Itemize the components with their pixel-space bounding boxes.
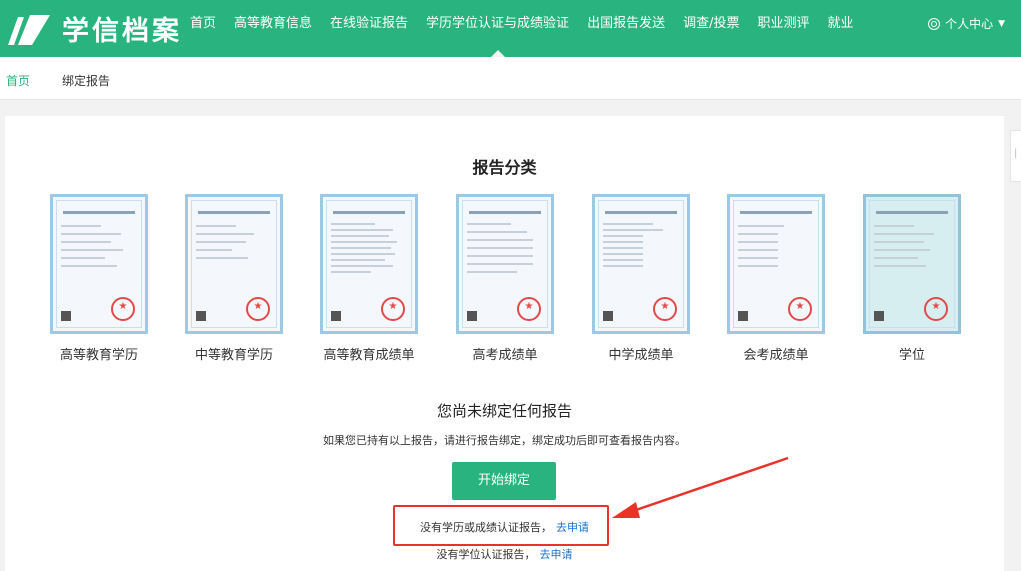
category-label-gaokao-transcript[interactable]: 高考成绩单: [440, 344, 570, 363]
nav-online-verify[interactable]: 在线验证报告: [330, 0, 408, 57]
certificate-icon[interactable]: [592, 194, 690, 334]
main-nav: 首页 高等教育信息 在线验证报告 学历学位认证与成绩验证 出国报告发送 调查/投…: [190, 0, 872, 58]
caret-down-icon: ▼: [998, 19, 1005, 29]
logo-mark-icon: [8, 14, 50, 45]
empty-state-description: 如果您已持有以上报告，请进行报告绑定，绑定成功后即可查看报告内容。: [323, 434, 686, 447]
certificate-icon[interactable]: [863, 194, 961, 334]
nav-higher-education[interactable]: 高等教育信息: [234, 0, 312, 57]
apply-education-text: 没有学历或成绩认证报告，: [420, 521, 552, 534]
nav-employment[interactable]: 就业: [827, 0, 853, 57]
apply-degree-text: 没有学位认证报告，: [436, 548, 536, 561]
start-bind-button[interactable]: 开始绑定: [452, 462, 556, 500]
category-label-degree[interactable]: 学位: [847, 344, 977, 363]
category-label-highschool-transcript[interactable]: 中学成绩单: [576, 344, 706, 363]
apply-education-link[interactable]: 去申请: [556, 521, 589, 534]
user-icon: [928, 18, 941, 30]
nav-survey[interactable]: 调查/投票: [683, 0, 739, 57]
user-center-label: 个人中心: [945, 17, 994, 31]
certificate-icon[interactable]: [320, 194, 418, 334]
empty-state-title: 您尚未绑定任何报告: [436, 402, 572, 420]
certificate-icon[interactable]: [727, 194, 825, 334]
category-label-secondary-education[interactable]: 中等教育学历: [169, 344, 299, 363]
brand-logo[interactable]: 学信档案: [6, 9, 182, 48]
certificate-icon[interactable]: [50, 194, 148, 334]
category-label-huikao-transcript[interactable]: 会考成绩单: [711, 344, 841, 363]
section-title: 报告分类: [472, 158, 537, 177]
category-label-higher-transcript[interactable]: 高等教育成绩单: [304, 344, 434, 363]
apply-degree-row: 没有学位认证报告， 去申请: [5, 546, 1004, 562]
apply-education-row: 没有学历或成绩认证报告， 去申请: [5, 519, 1004, 535]
certificate-icon[interactable]: [456, 194, 554, 334]
user-center-menu[interactable]: 个人中心 ▼: [928, 0, 1005, 48]
nav-overseas-report[interactable]: 出国报告发送: [587, 0, 665, 57]
breadcrumb-current: 绑定报告: [62, 74, 111, 88]
side-float-tab[interactable]: [1010, 130, 1021, 182]
apply-degree-link[interactable]: 去申请: [540, 548, 573, 561]
breadcrumb: 首页 绑定报告: [0, 57, 1021, 100]
brand-name: 学信档案: [62, 16, 182, 47]
breadcrumb-home-link[interactable]: 首页: [6, 72, 30, 89]
certificate-icon[interactable]: [185, 194, 283, 334]
category-label-higher-education[interactable]: 高等教育学历: [34, 344, 164, 363]
top-nav-bar: 学信档案 首页 高等教育信息 在线验证报告 学历学位认证与成绩验证 出国报告发送…: [0, 0, 1021, 58]
nav-home[interactable]: 首页: [190, 0, 216, 57]
main-panel: 报告分类 高等教育学历 中等教育学历 高等教育成绩单 高考成绩单: [5, 116, 1004, 571]
nav-career-test[interactable]: 职业测评: [757, 0, 809, 57]
nav-certification[interactable]: 学历学位认证与成绩验证: [426, 0, 569, 58]
